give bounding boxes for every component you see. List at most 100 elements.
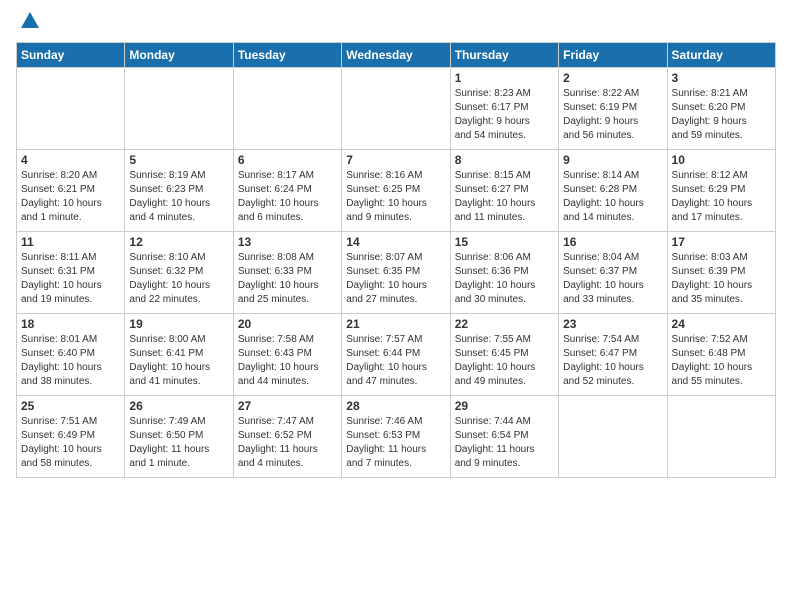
day-number: 1 <box>455 71 554 85</box>
table-row: 18 Sunrise: 8:01 AM Sunset: 6:40 PM Dayli… <box>17 314 125 396</box>
day-info: Sunrise: 8:11 AM Sunset: 6:31 PM Dayligh… <box>21 251 120 307</box>
day-number: 20 <box>238 317 337 331</box>
header-thursday: Thursday <box>450 43 558 68</box>
table-row: 24 Sunrise: 7:52 AM Sunset: 6:48 PM Dayli… <box>667 314 775 396</box>
day-info: Sunrise: 8:07 AM Sunset: 6:35 PM Dayligh… <box>346 251 445 307</box>
table-row <box>125 68 233 150</box>
day-info: Sunrise: 8:08 AM Sunset: 6:33 PM Dayligh… <box>238 251 337 307</box>
day-info: Sunrise: 7:52 AM Sunset: 6:48 PM Dayligh… <box>672 333 771 389</box>
table-row: 2 Sunrise: 8:22 AM Sunset: 6:19 PM Daylig… <box>559 68 667 150</box>
day-number: 13 <box>238 235 337 249</box>
calendar-week-row: 4 Sunrise: 8:20 AM Sunset: 6:21 PM Daylig… <box>17 150 776 232</box>
table-row: 29Sunrise: 7:44 AM Sunset: 6:54 PM Dayli… <box>450 396 558 478</box>
header-tuesday: Tuesday <box>233 43 341 68</box>
day-number: 8 <box>455 153 554 167</box>
day-number: 2 <box>563 71 662 85</box>
day-number: 9 <box>563 153 662 167</box>
table-row <box>667 396 775 478</box>
day-info: Sunrise: 8:22 AM Sunset: 6:19 PM Dayligh… <box>563 87 662 143</box>
table-row: 19 Sunrise: 8:00 AM Sunset: 6:41 PM Dayli… <box>125 314 233 396</box>
day-info: Sunrise: 8:03 AM Sunset: 6:39 PM Dayligh… <box>672 251 771 307</box>
calendar-table: Sunday Monday Tuesday Wednesday Thursday… <box>16 42 776 478</box>
table-row: 25 Sunrise: 7:51 AM Sunset: 6:49 PM Dayli… <box>17 396 125 478</box>
table-row: 6 Sunrise: 8:17 AM Sunset: 6:24 PM Daylig… <box>233 150 341 232</box>
table-row: 11Sunrise: 8:11 AM Sunset: 6:31 PM Dayli… <box>17 232 125 314</box>
header-monday: Monday <box>125 43 233 68</box>
day-number: 14 <box>346 235 445 249</box>
table-row <box>233 68 341 150</box>
day-number: 7 <box>346 153 445 167</box>
day-info: Sunrise: 8:01 AM Sunset: 6:40 PM Dayligh… <box>21 333 120 389</box>
day-number: 22 <box>455 317 554 331</box>
table-row: 4 Sunrise: 8:20 AM Sunset: 6:21 PM Daylig… <box>17 150 125 232</box>
calendar-week-row: 1 Sunrise: 8:23 AM Sunset: 6:17 PM Daylig… <box>17 68 776 150</box>
table-row: 1 Sunrise: 8:23 AM Sunset: 6:17 PM Daylig… <box>450 68 558 150</box>
page: Sunday Monday Tuesday Wednesday Thursday… <box>0 0 792 612</box>
table-row: 22Sunrise: 7:55 AM Sunset: 6:45 PM Dayli… <box>450 314 558 396</box>
header-sunday: Sunday <box>17 43 125 68</box>
day-info: Sunrise: 8:17 AM Sunset: 6:24 PM Dayligh… <box>238 169 337 225</box>
calendar-week-row: 25 Sunrise: 7:51 AM Sunset: 6:49 PM Dayli… <box>17 396 776 478</box>
day-number: 4 <box>21 153 120 167</box>
day-number: 25 <box>21 399 120 413</box>
table-row <box>559 396 667 478</box>
day-info: Sunrise: 7:51 AM Sunset: 6:49 PM Dayligh… <box>21 415 120 471</box>
day-info: Sunrise: 8:04 AM Sunset: 6:37 PM Dayligh… <box>563 251 662 307</box>
day-info: Sunrise: 8:20 AM Sunset: 6:21 PM Dayligh… <box>21 169 120 225</box>
table-row: 13 Sunrise: 8:08 AM Sunset: 6:33 PM Dayli… <box>233 232 341 314</box>
day-number: 29 <box>455 399 554 413</box>
table-row: 12 Sunrise: 8:10 AM Sunset: 6:32 PM Dayli… <box>125 232 233 314</box>
day-info: Sunrise: 8:16 AM Sunset: 6:25 PM Dayligh… <box>346 169 445 225</box>
day-info: Sunrise: 8:10 AM Sunset: 6:32 PM Dayligh… <box>129 251 228 307</box>
day-number: 26 <box>129 399 228 413</box>
day-number: 21 <box>346 317 445 331</box>
day-info: Sunrise: 7:47 AM Sunset: 6:52 PM Dayligh… <box>238 415 337 471</box>
day-info: Sunrise: 7:58 AM Sunset: 6:43 PM Dayligh… <box>238 333 337 389</box>
table-row: 14 Sunrise: 8:07 AM Sunset: 6:35 PM Dayli… <box>342 232 450 314</box>
day-number: 24 <box>672 317 771 331</box>
table-row: 10 Sunrise: 8:12 AM Sunset: 6:29 PM Dayli… <box>667 150 775 232</box>
table-row: 26 Sunrise: 7:49 AM Sunset: 6:50 PM Dayli… <box>125 396 233 478</box>
calendar-week-row: 11Sunrise: 8:11 AM Sunset: 6:31 PM Dayli… <box>17 232 776 314</box>
calendar-header-row: Sunday Monday Tuesday Wednesday Thursday… <box>17 43 776 68</box>
day-number: 5 <box>129 153 228 167</box>
day-number: 28 <box>346 399 445 413</box>
header-saturday: Saturday <box>667 43 775 68</box>
header <box>16 16 776 32</box>
day-info: Sunrise: 8:15 AM Sunset: 6:27 PM Dayligh… <box>455 169 554 225</box>
calendar-week-row: 18 Sunrise: 8:01 AM Sunset: 6:40 PM Dayli… <box>17 314 776 396</box>
table-row: 16 Sunrise: 8:04 AM Sunset: 6:37 PM Dayli… <box>559 232 667 314</box>
day-number: 19 <box>129 317 228 331</box>
day-number: 16 <box>563 235 662 249</box>
day-info: Sunrise: 7:57 AM Sunset: 6:44 PM Dayligh… <box>346 333 445 389</box>
table-row: 9 Sunrise: 8:14 AM Sunset: 6:28 PM Daylig… <box>559 150 667 232</box>
day-number: 27 <box>238 399 337 413</box>
day-number: 18 <box>21 317 120 331</box>
day-info: Sunrise: 8:00 AM Sunset: 6:41 PM Dayligh… <box>129 333 228 389</box>
day-number: 6 <box>238 153 337 167</box>
day-info: Sunrise: 7:54 AM Sunset: 6:47 PM Dayligh… <box>563 333 662 389</box>
logo <box>16 16 41 32</box>
header-wednesday: Wednesday <box>342 43 450 68</box>
table-row <box>17 68 125 150</box>
table-row: 17 Sunrise: 8:03 AM Sunset: 6:39 PM Dayli… <box>667 232 775 314</box>
table-row: 28 Sunrise: 7:46 AM Sunset: 6:53 PM Dayli… <box>342 396 450 478</box>
day-info: Sunrise: 7:46 AM Sunset: 6:53 PM Dayligh… <box>346 415 445 471</box>
day-info: Sunrise: 8:23 AM Sunset: 6:17 PM Dayligh… <box>455 87 554 143</box>
table-row: 5 Sunrise: 8:19 AM Sunset: 6:23 PM Daylig… <box>125 150 233 232</box>
header-friday: Friday <box>559 43 667 68</box>
day-info: Sunrise: 8:14 AM Sunset: 6:28 PM Dayligh… <box>563 169 662 225</box>
table-row: 27 Sunrise: 7:47 AM Sunset: 6:52 PM Dayli… <box>233 396 341 478</box>
table-row: 3 Sunrise: 8:21 AM Sunset: 6:20 PM Daylig… <box>667 68 775 150</box>
day-number: 12 <box>129 235 228 249</box>
day-number: 17 <box>672 235 771 249</box>
day-number: 10 <box>672 153 771 167</box>
day-info: Sunrise: 8:21 AM Sunset: 6:20 PM Dayligh… <box>672 87 771 143</box>
day-info: Sunrise: 8:12 AM Sunset: 6:29 PM Dayligh… <box>672 169 771 225</box>
day-info: Sunrise: 7:49 AM Sunset: 6:50 PM Dayligh… <box>129 415 228 471</box>
table-row: 15Sunrise: 8:06 AM Sunset: 6:36 PM Dayli… <box>450 232 558 314</box>
day-number: 3 <box>672 71 771 85</box>
table-row: 7 Sunrise: 8:16 AM Sunset: 6:25 PM Daylig… <box>342 150 450 232</box>
logo-icon <box>19 10 41 32</box>
day-info: Sunrise: 8:19 AM Sunset: 6:23 PM Dayligh… <box>129 169 228 225</box>
